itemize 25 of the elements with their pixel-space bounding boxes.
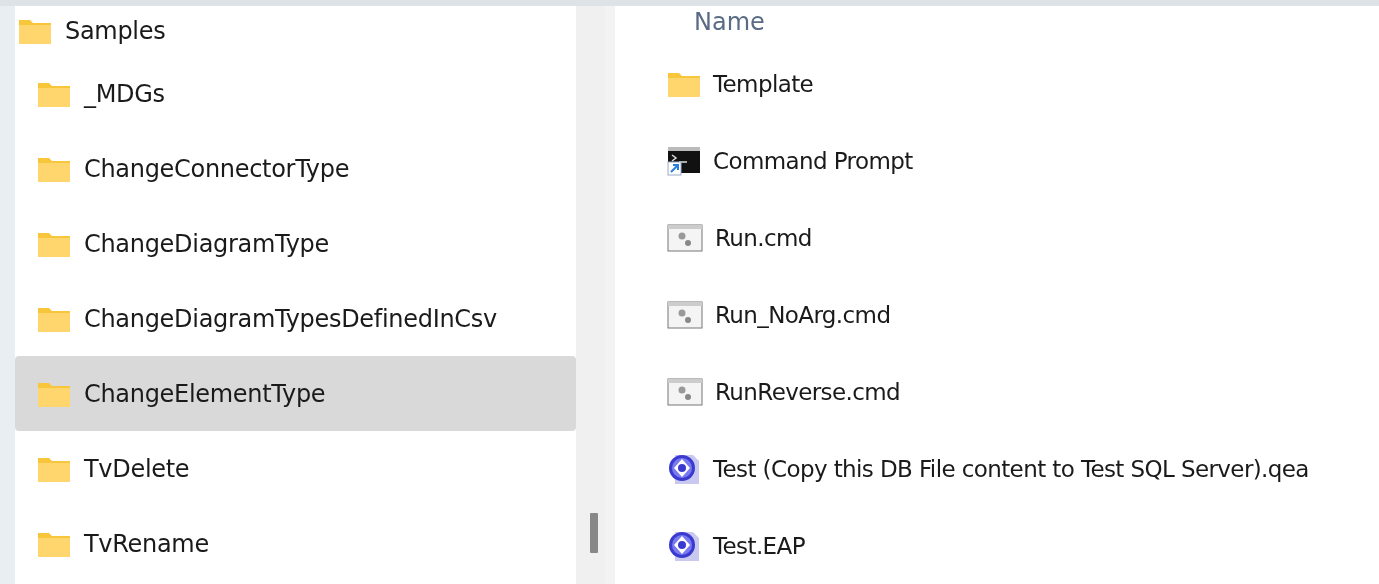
gear-window-icon	[667, 300, 703, 329]
tree-item[interactable]: ChangeDiagramTypesDefinedInCsv	[84, 304, 497, 333]
tree-item[interactable]: ChangeConnectorType	[84, 154, 350, 183]
tree-item[interactable]: ChangeDiagramType	[84, 229, 329, 258]
pane-splitter[interactable]	[605, 6, 615, 584]
folder-icon	[18, 17, 52, 45]
project-file-icon	[667, 529, 701, 562]
gear-window-icon	[667, 377, 703, 406]
project-file-icon	[667, 452, 701, 485]
file-name[interactable]: Test.EAP	[713, 532, 805, 559]
file-name[interactable]: Test (Copy this DB File content to Test SQL Server).qea	[713, 455, 1309, 482]
gear-window-icon	[667, 223, 703, 252]
tree-item[interactable]: TvDelete	[84, 454, 190, 483]
file-name[interactable]: Run_NoArg.cmd	[715, 301, 891, 328]
tree-item[interactable]: ChangeElementType	[15, 356, 576, 431]
tree-item[interactable]: TvRename	[84, 529, 209, 558]
file-name[interactable]: RunReverse.cmd	[715, 378, 901, 405]
column-header[interactable]: Name	[694, 8, 765, 45]
file-name[interactable]: Command Prompt	[713, 147, 913, 174]
tree-item[interactable]: Samples	[65, 17, 166, 45]
file-name[interactable]: Template	[713, 70, 814, 97]
tree-item[interactable]: _MDGs	[84, 79, 165, 108]
terminal-icon	[667, 145, 701, 176]
file-name[interactable]: Run.cmd	[715, 224, 812, 251]
scrollbar-thumb[interactable]	[590, 513, 598, 553]
